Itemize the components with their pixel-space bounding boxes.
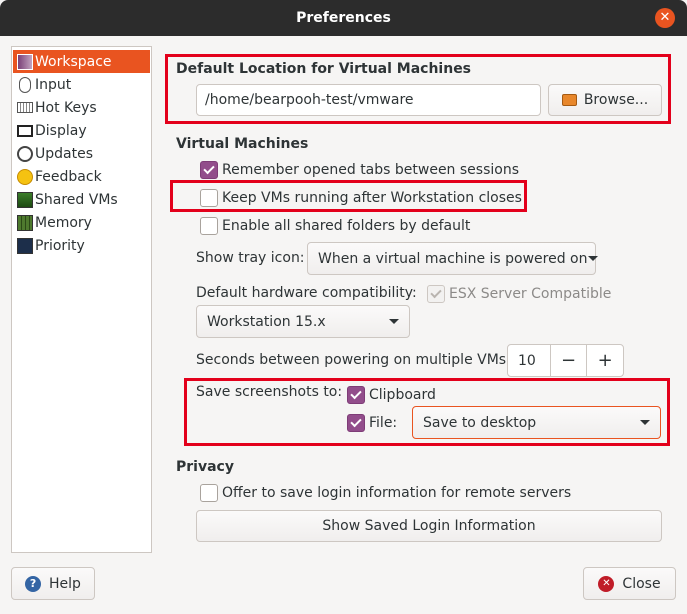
- clipboard-checkbox[interactable]: [347, 386, 365, 404]
- clipboard-option[interactable]: Clipboard: [347, 386, 436, 404]
- hw-compat-value: Workstation 15.x: [207, 313, 326, 330]
- default-location-value: /home/bearpooh-test/vmware: [205, 92, 414, 108]
- keyboard-icon: [17, 102, 33, 113]
- help-button[interactable]: ? Help: [11, 567, 95, 600]
- sidebar-item-feedback[interactable]: Feedback: [13, 165, 150, 188]
- shared-folders-label: Enable all shared folders by default: [222, 218, 471, 234]
- show-saved-login-button[interactable]: Show Saved Login Information: [196, 510, 662, 542]
- increment-button[interactable]: +: [586, 345, 623, 376]
- offer-save-login-option[interactable]: Offer to save login information for remo…: [200, 484, 571, 502]
- esx-compatible-option: ESX Server Compatible: [427, 285, 611, 303]
- file-location-select[interactable]: Save to desktop: [412, 406, 661, 439]
- chevron-down-icon: [389, 319, 399, 324]
- decrement-button[interactable]: −: [549, 345, 587, 376]
- sidebar-item-shared-vms[interactable]: Shared VMs: [13, 188, 150, 211]
- default-location-input[interactable]: /home/bearpooh-test/vmware: [196, 84, 541, 116]
- monitor-icon: [17, 124, 33, 137]
- sidebar-item-display[interactable]: Display: [13, 119, 150, 142]
- close-button[interactable]: ✕ Close: [583, 567, 676, 600]
- sidebar: Workspace Input Hot Keys Display Updates…: [11, 46, 152, 553]
- file-location-value: Save to desktop: [423, 414, 537, 431]
- file-option[interactable]: File:: [347, 414, 397, 432]
- screenshots-label: Save screenshots to:: [196, 384, 343, 400]
- hw-compat-label: Default hardware compatibility:: [196, 285, 417, 301]
- show-saved-login-label: Show Saved Login Information: [322, 518, 536, 534]
- mouse-icon: [19, 76, 31, 93]
- esx-compatible-checkbox: [427, 285, 445, 303]
- folder-icon: [561, 94, 577, 106]
- file-checkbox[interactable]: [347, 414, 365, 432]
- title-bar: Preferences ✕: [0, 0, 687, 36]
- sidebar-item-workspace[interactable]: Workspace: [13, 50, 150, 73]
- seconds-label: Seconds between powering on multiple VMs…: [196, 352, 511, 368]
- chevron-down-icon: [587, 256, 598, 261]
- hw-compat-select[interactable]: Workstation 15.x: [196, 305, 410, 338]
- seconds-spinner[interactable]: 10 − +: [507, 344, 624, 377]
- offer-save-login-checkbox[interactable]: [200, 484, 218, 502]
- feedback-icon: [17, 168, 33, 185]
- tray-icon-value: When a virtual machine is powered on: [318, 250, 588, 267]
- remember-tabs-label: Remember opened tabs between sessions: [222, 162, 520, 178]
- workspace-icon: [17, 53, 33, 70]
- esx-compatible-label: ESX Server Compatible: [449, 286, 612, 302]
- sidebar-item-label: Display: [35, 122, 87, 139]
- sidebar-item-hot-keys[interactable]: Hot Keys: [13, 96, 150, 119]
- browse-button[interactable]: Browse...: [548, 84, 662, 116]
- offer-save-login-label: Offer to save login information for remo…: [222, 485, 572, 501]
- seconds-value[interactable]: 10: [508, 353, 550, 369]
- sidebar-item-label: Memory: [35, 214, 92, 231]
- close-icon: ✕: [598, 575, 615, 592]
- browse-label: Browse...: [583, 92, 649, 108]
- window-title: Preferences: [296, 10, 391, 26]
- help-icon: ?: [25, 575, 42, 592]
- memory-icon: [17, 214, 33, 231]
- keep-running-option[interactable]: Keep VMs running after Workstation close…: [200, 189, 522, 207]
- tray-icon-select[interactable]: When a virtual machine is powered on: [307, 242, 598, 275]
- sidebar-item-label: Updates: [35, 145, 93, 162]
- clipboard-label: Clipboard: [369, 387, 436, 403]
- default-location-heading: Default Location for Virtual Machines: [176, 61, 472, 77]
- keep-running-checkbox[interactable]: [200, 189, 218, 207]
- close-label: Close: [622, 575, 661, 592]
- sidebar-item-memory[interactable]: Memory: [13, 211, 150, 234]
- help-label: Help: [49, 575, 81, 592]
- sidebar-item-label: Workspace: [35, 53, 112, 70]
- keep-running-label: Keep VMs running after Workstation close…: [222, 190, 522, 206]
- remember-tabs-option[interactable]: Remember opened tabs between sessions: [200, 161, 519, 179]
- sidebar-item-label: Input: [35, 76, 72, 93]
- privacy-heading: Privacy: [176, 459, 234, 475]
- updates-icon: [17, 145, 33, 162]
- sidebar-item-label: Shared VMs: [35, 191, 118, 208]
- chevron-down-icon: [640, 420, 650, 425]
- tray-icon-label: Show tray icon:: [196, 250, 305, 266]
- sidebar-item-input[interactable]: Input: [13, 73, 150, 96]
- sidebar-item-priority[interactable]: Priority: [13, 234, 150, 257]
- sidebar-item-label: Priority: [35, 237, 85, 254]
- shared-folders-checkbox[interactable]: [200, 217, 218, 235]
- sidebar-item-label: Feedback: [35, 168, 102, 185]
- priority-icon: [17, 237, 33, 254]
- remember-tabs-checkbox[interactable]: [200, 161, 218, 179]
- sidebar-item-label: Hot Keys: [35, 99, 97, 116]
- shared-folders-option[interactable]: Enable all shared folders by default: [200, 217, 470, 235]
- virtual-machines-heading: Virtual Machines: [176, 136, 309, 152]
- file-label: File:: [369, 415, 398, 431]
- sidebar-item-updates[interactable]: Updates: [13, 142, 150, 165]
- shared-vms-icon: [17, 191, 33, 208]
- window-close-button[interactable]: ✕: [655, 8, 675, 28]
